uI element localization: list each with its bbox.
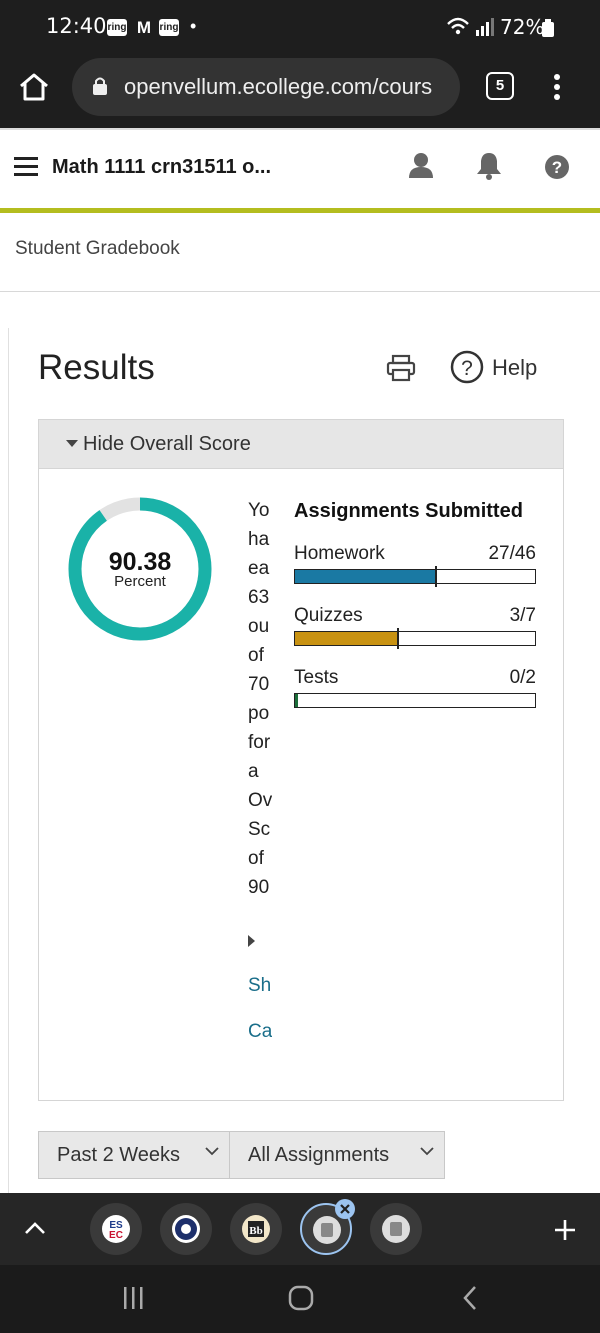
svg-text:?: ?: [552, 158, 562, 177]
esec-logo-icon: ES EC: [102, 1215, 130, 1243]
summary-text-fragment: for: [248, 732, 271, 753]
close-tab-icon[interactable]: [334, 1198, 356, 1220]
summary-text-fragment: ha: [248, 529, 270, 550]
gmail-notification-icon: M: [136, 18, 152, 37]
assignment-count: 27/46: [488, 543, 536, 564]
tab-esec[interactable]: ES EC: [90, 1203, 142, 1255]
caret-down-icon: [66, 440, 78, 447]
progress-marker: [434, 566, 437, 587]
svg-text:?: ?: [461, 357, 473, 380]
assignment-count: 3/7: [509, 605, 536, 626]
home-icon[interactable]: [18, 72, 50, 102]
question-circle-icon: ?: [450, 350, 484, 384]
svg-text:EC: EC: [109, 1230, 123, 1241]
chevron-down-icon: [420, 1147, 434, 1156]
progress-bar: [294, 693, 536, 708]
progress-bar-fill: [295, 694, 298, 707]
period-filter-value: Past 2 Weeks: [57, 1144, 181, 1166]
summary-text-fragment: 70: [248, 674, 270, 695]
browser-tab-strip: ES EC Bb: [0, 1193, 600, 1265]
header-accent-line: [0, 208, 600, 213]
print-icon[interactable]: [386, 354, 416, 382]
hamburger-menu-icon[interactable]: [14, 157, 38, 177]
ring-notification-icon: ring: [159, 19, 179, 36]
progress-marker: [396, 628, 399, 649]
progress-bar-fill: [295, 632, 398, 645]
hide-overall-score-toggle[interactable]: Hide Overall Score: [39, 420, 563, 469]
page-tab-icon: [313, 1216, 341, 1244]
page-breadcrumb: Student Gradebook: [15, 238, 180, 259]
summary-text-fragment: Yo: [248, 500, 270, 521]
chevron-down-icon: [205, 1147, 219, 1156]
help-label: Help: [492, 355, 538, 380]
status-time: 12:40: [46, 14, 107, 38]
app-header: Math 1111 crn31511 o... ?: [0, 128, 600, 208]
assignments-submitted-panel: Assignments Submitted Homework 27/46 Quizz…: [294, 500, 536, 708]
user-profile-icon[interactable]: [408, 152, 434, 180]
period-filter-select[interactable]: Past 2 Weeks: [38, 1131, 230, 1179]
notifications-bell-icon[interactable]: [476, 151, 502, 181]
blackboard-logo-icon: Bb: [242, 1215, 270, 1243]
summary-text-fragment: po: [248, 703, 270, 724]
divider: [0, 291, 600, 292]
content-rail: [8, 328, 9, 1198]
recent-apps-icon[interactable]: [122, 1287, 146, 1309]
lock-icon: [93, 77, 107, 95]
browser-toolbar: openvellum.ecollege.com/cours 5: [0, 56, 600, 128]
wifi-signal-icon: [447, 17, 494, 36]
status-bar: 12:40 ring M ring • 72%: [0, 0, 600, 56]
overall-score-card: Hide Overall Score 90.38 Percent Yo ha ea 6…: [38, 419, 564, 1101]
tab-switcher-button[interactable]: 5: [486, 72, 514, 100]
progress-bar: [294, 628, 536, 649]
home-nav-icon[interactable]: [288, 1285, 314, 1311]
battery-icon: [542, 19, 554, 37]
tab-page[interactable]: [370, 1203, 422, 1255]
summary-text-fragment: 90: [248, 877, 270, 898]
url-bar[interactable]: openvellum.ecollege.com/cours: [72, 58, 460, 116]
summary-text-fragment: of: [248, 645, 264, 666]
progress-bar-fill: [295, 570, 436, 583]
help-button[interactable]: ? Help: [450, 350, 537, 391]
tab-blackboard[interactable]: Bb: [230, 1203, 282, 1255]
summary-text-fragment: a: [248, 761, 259, 782]
assignment-type-label: Homework: [294, 543, 385, 564]
more-notifications-dot: •: [190, 16, 197, 36]
assignment-type-label: Tests: [294, 667, 339, 688]
page-title: Results: [38, 348, 155, 387]
toggle-label: Hide Overall Score: [83, 433, 251, 455]
new-tab-plus-icon[interactable]: [553, 1218, 577, 1242]
summary-text-fragment: Sc: [248, 819, 271, 840]
circle-logo-icon: [172, 1215, 200, 1243]
progress-bar: [294, 566, 536, 587]
assignments-heading: Assignments Submitted: [294, 500, 523, 522]
summary-link[interactable]: Ca: [248, 1021, 272, 1067]
url-text: openvellum.ecollege.com/cours: [124, 74, 433, 99]
summary-text-fragment: ou: [248, 616, 270, 637]
tab-circle-site[interactable]: [160, 1203, 212, 1255]
battery-level: 72%: [500, 15, 545, 39]
expand-caret-icon[interactable]: [248, 929, 272, 975]
help-circle-icon[interactable]: ?: [544, 154, 570, 180]
system-navigation-bar: [0, 1265, 600, 1333]
page-tab-icon: [382, 1215, 410, 1243]
more-menu-icon[interactable]: [553, 73, 561, 101]
course-title: Math 1111 crn31511 o...: [52, 156, 272, 178]
svg-text:Bb: Bb: [249, 1225, 262, 1237]
summary-text-fragment: ea: [248, 558, 270, 579]
assignment-type-filter-value: All Assignments: [248, 1144, 390, 1166]
assignment-type-label: Quizzes: [294, 605, 363, 626]
summary-text-fragment: Ov: [248, 790, 272, 811]
ring-notification-icon: ring: [107, 19, 127, 36]
back-nav-icon[interactable]: [462, 1285, 478, 1311]
assignment-type-filter-select[interactable]: All Assignments: [229, 1131, 445, 1179]
overall-score-unit: Percent: [114, 573, 166, 590]
summary-text-fragment: 63: [248, 587, 270, 608]
summary-text-fragment: of: [248, 848, 264, 869]
assignment-count: 0/2: [509, 667, 536, 688]
summary-link[interactable]: Sh: [248, 975, 272, 1021]
score-summary-text: Yo ha ea 63 ou of 70 po for a Ov Sc of 90 Sh Ca: [248, 500, 272, 1067]
chevron-up-icon[interactable]: [24, 1221, 46, 1235]
